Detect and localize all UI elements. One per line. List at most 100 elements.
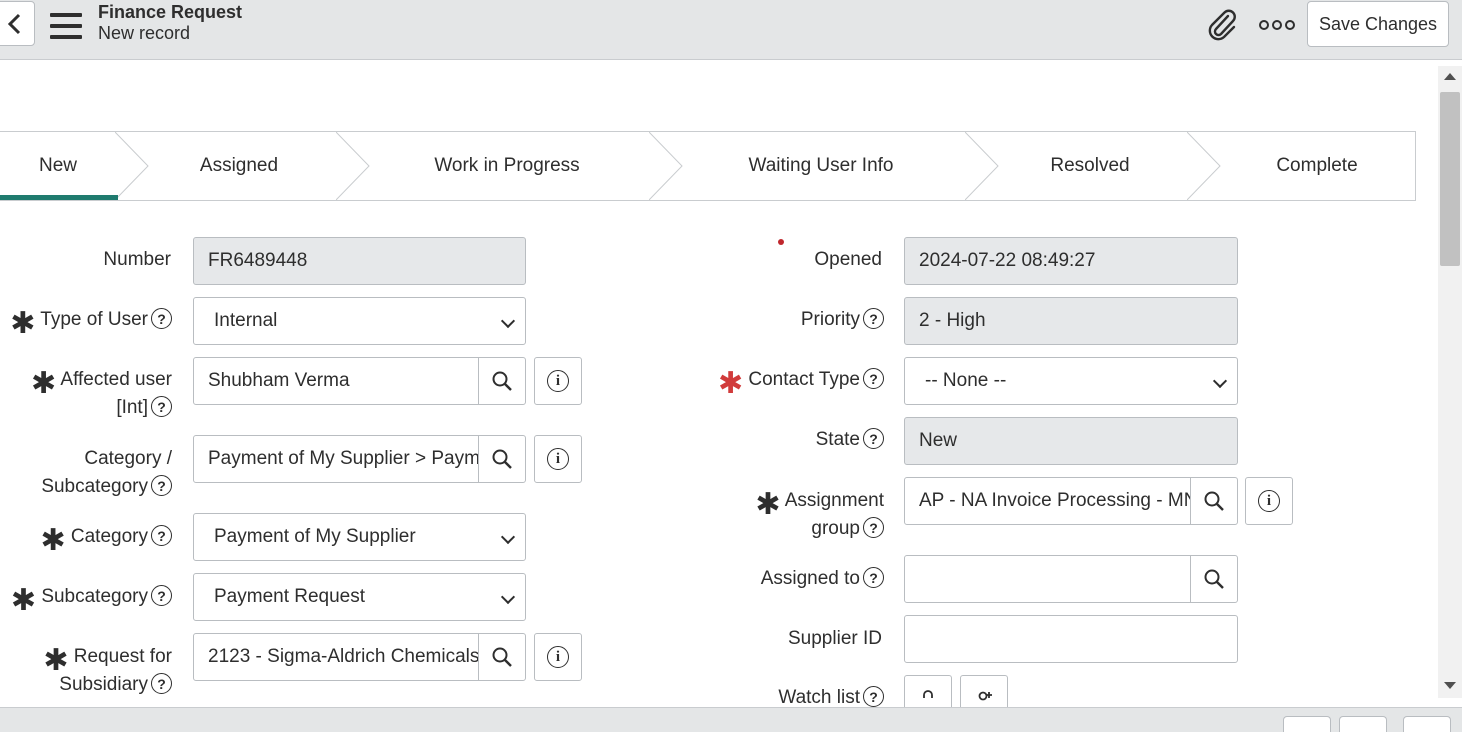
subcategory-value: Payment Request bbox=[214, 586, 366, 607]
assigned-to-lookup-button[interactable] bbox=[1190, 555, 1238, 603]
required-asterisk-icon: ✱ bbox=[40, 524, 66, 557]
paperclip-icon[interactable] bbox=[1205, 8, 1239, 42]
assignment-group-label: ✱ Assignment group? bbox=[755, 488, 884, 539]
bottom-toolbar bbox=[0, 707, 1462, 732]
request-for-subsidiary-lookup-button[interactable] bbox=[478, 633, 526, 681]
search-icon bbox=[1204, 491, 1224, 511]
watch-list-label: Watch list? bbox=[700, 684, 884, 707]
type-of-user-label: ✱ Type of User? bbox=[0, 306, 172, 339]
request-for-subsidiary-info-button[interactable]: i bbox=[534, 633, 582, 681]
priority-field: 2 - High bbox=[904, 297, 1238, 345]
help-icon[interactable]: ? bbox=[863, 517, 884, 539]
assignment-group-lookup-button[interactable] bbox=[1190, 477, 1238, 525]
type-of-user-value: Internal bbox=[214, 310, 278, 331]
help-icon[interactable]: ? bbox=[151, 396, 172, 418]
more-options-icon[interactable] bbox=[1259, 14, 1295, 36]
category-subcategory-info-button[interactable]: i bbox=[534, 435, 582, 483]
flow-separator bbox=[115, 132, 149, 200]
search-icon bbox=[492, 449, 512, 469]
category-select[interactable]: Payment of My Supplier bbox=[193, 513, 526, 561]
category-value: Payment of My Supplier bbox=[214, 526, 416, 547]
search-icon bbox=[492, 647, 512, 667]
assigned-to-label: Assigned to? bbox=[700, 565, 884, 593]
flow-step-new: New bbox=[38, 155, 77, 176]
flow-separator bbox=[965, 132, 999, 200]
help-icon[interactable]: ? bbox=[151, 308, 172, 330]
help-icon[interactable]: ? bbox=[151, 525, 172, 547]
category-subcategory-input[interactable]: Payment of My Supplier > Paym bbox=[193, 435, 480, 483]
process-flow: New Assigned Work in Progress Waiting Us… bbox=[0, 131, 1416, 201]
form-header: Finance Request New record Save Changes bbox=[0, 0, 1462, 60]
contact-type-select[interactable]: -- None -- bbox=[904, 357, 1238, 405]
assigned-to-input[interactable] bbox=[904, 555, 1192, 603]
category-label: ✱ Category? bbox=[0, 523, 172, 556]
state-field: New bbox=[904, 417, 1238, 465]
help-icon[interactable]: ? bbox=[151, 585, 172, 607]
affected-user-lookup-button[interactable] bbox=[478, 357, 526, 405]
affected-user-info-button[interactable]: i bbox=[534, 357, 582, 405]
help-icon[interactable]: ? bbox=[863, 567, 884, 589]
back-button[interactable] bbox=[0, 1, 35, 46]
flow-step-complete: Complete bbox=[1276, 155, 1358, 176]
subcategory-select[interactable]: Payment Request bbox=[193, 573, 526, 621]
watch-list-lock-button[interactable] bbox=[904, 675, 952, 707]
footer-button-3[interactable] bbox=[1403, 716, 1451, 732]
contact-type-label: ✱ Contact Type? bbox=[700, 366, 884, 399]
affected-user-label: ✱ Affected user [Int]? bbox=[31, 367, 172, 418]
required-asterisk-icon: ✱ bbox=[717, 367, 744, 400]
help-icon[interactable]: ? bbox=[863, 686, 884, 707]
priority-label: Priority? bbox=[700, 306, 884, 334]
scrollbar-thumb[interactable] bbox=[1440, 92, 1460, 266]
contact-type-value: -- None -- bbox=[925, 370, 1007, 391]
info-icon: i bbox=[547, 646, 569, 668]
help-icon[interactable]: ? bbox=[863, 308, 884, 330]
type-of-user-select[interactable]: Internal bbox=[193, 297, 526, 345]
help-icon[interactable]: ? bbox=[863, 368, 884, 390]
flow-separator bbox=[649, 132, 683, 200]
required-asterisk-icon: ✱ bbox=[10, 584, 37, 617]
request-for-subsidiary-label: ✱ Request for Subsidiary? bbox=[43, 644, 172, 695]
required-asterisk-icon: ✱ bbox=[31, 367, 57, 400]
flow-step-waiting-user-info: Waiting User Info bbox=[748, 155, 894, 176]
number-field: FR6489448 bbox=[193, 237, 526, 285]
flow-step-resolved: Resolved bbox=[1050, 155, 1130, 176]
info-icon: i bbox=[1258, 490, 1280, 512]
supplier-id-input[interactable] bbox=[904, 615, 1238, 663]
help-icon[interactable]: ? bbox=[863, 428, 884, 450]
scroll-down-arrow-icon[interactable] bbox=[1444, 682, 1456, 689]
category-subcategory-label: Category / Subcategory? bbox=[41, 448, 172, 497]
required-asterisk-icon: ✱ bbox=[755, 488, 781, 521]
chevron-down-icon bbox=[500, 589, 516, 605]
required-asterisk-icon: ✱ bbox=[43, 644, 69, 677]
info-icon: i bbox=[547, 448, 569, 470]
chevron-down-icon bbox=[1212, 373, 1228, 389]
form-title: Finance Request New record bbox=[98, 2, 242, 44]
assignment-group-info-button[interactable]: i bbox=[1245, 477, 1293, 525]
category-subcategory-lookup-button[interactable] bbox=[478, 435, 526, 483]
scroll-up-arrow-icon[interactable] bbox=[1444, 73, 1456, 80]
save-changes-button[interactable]: Save Changes bbox=[1307, 1, 1449, 47]
active-step-indicator bbox=[0, 195, 118, 200]
flow-step-work-in-progress: Work in Progress bbox=[434, 155, 580, 176]
help-icon[interactable]: ? bbox=[151, 475, 172, 497]
state-label: State? bbox=[700, 426, 884, 454]
watch-list-add-me-button[interactable] bbox=[960, 675, 1008, 707]
search-icon bbox=[1204, 569, 1224, 589]
request-for-subsidiary-input[interactable]: 2123 - Sigma-Aldrich Chemicals bbox=[193, 633, 480, 681]
help-icon[interactable]: ? bbox=[151, 673, 172, 695]
assignment-group-input[interactable]: AP - NA Invoice Processing - MN bbox=[904, 477, 1192, 525]
hamburger-icon[interactable] bbox=[50, 13, 82, 39]
flow-separator bbox=[336, 132, 370, 200]
required-asterisk-icon: ✱ bbox=[10, 307, 36, 340]
chevron-left-icon bbox=[7, 13, 20, 34]
supplier-id-label: Supplier ID bbox=[788, 628, 882, 649]
lock-icon bbox=[923, 690, 933, 698]
page-title: Finance Request bbox=[98, 2, 243, 22]
footer-button-1[interactable] bbox=[1283, 716, 1331, 732]
field-modified-indicator bbox=[778, 239, 784, 245]
chevron-down-icon bbox=[500, 529, 516, 545]
search-icon bbox=[492, 371, 512, 391]
footer-button-2[interactable] bbox=[1339, 716, 1387, 732]
chevron-down-icon bbox=[500, 313, 516, 329]
affected-user-input[interactable]: Shubham Verma bbox=[193, 357, 480, 405]
